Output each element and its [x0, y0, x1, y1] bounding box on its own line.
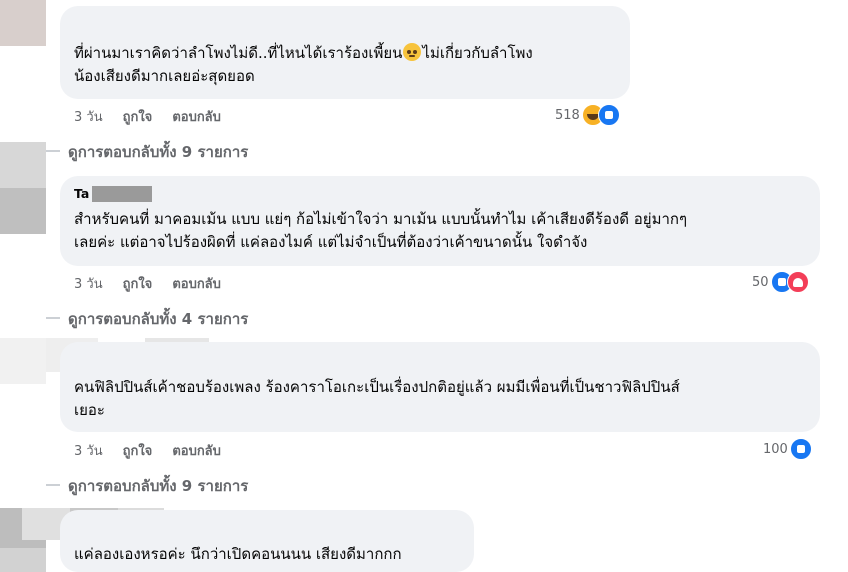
comment-text-line: สำหรับคนที่ มาคอมเม้น แบบ แย่ๆ ก้อไม่เข้…	[74, 210, 688, 228]
like-button[interactable]: ถูกใจ	[123, 273, 153, 294]
comment-text: ที่ผ่านมาเราคิดว่าลำโพงไม่ดี..ที่ไหนได้เ…	[74, 42, 616, 88]
like-button[interactable]: ถูกใจ	[123, 106, 153, 127]
commenter-name[interactable]: Ta	[74, 186, 806, 204]
comment-actions: 3 วัน ถูกใจ ตอบกลับ	[74, 273, 221, 294]
redacted-name	[92, 186, 152, 202]
reaction-count: 518	[555, 107, 580, 123]
reaction-summary[interactable]: 50	[752, 271, 809, 293]
reaction-count: 50	[752, 274, 769, 290]
view-replies-link[interactable]: ดูการตอบกลับทั้ง 4 รายการ	[68, 307, 248, 331]
comment-actions: 3 วัน ถูกใจ ตอบกลับ	[74, 440, 221, 461]
comment-text: แค่ลองเองหรอค่ะ นึกว่าเปิดคอนนนน เสียงดี…	[74, 543, 460, 566]
comment-text-line: แค่ลองเองหรอค่ะ นึกว่าเปิดคอนนนน เสียงดี…	[74, 545, 402, 563]
commenter-avatar[interactable]	[0, 142, 46, 234]
reaction-count: 100	[763, 441, 788, 457]
like-button[interactable]: ถูกใจ	[123, 440, 153, 461]
commenter-avatar[interactable]	[0, 338, 46, 384]
thread-connector	[46, 484, 60, 486]
comment-text-line: น้องเสียงดีมากเลยอ่ะสุดยอด	[74, 67, 255, 85]
comment-text: คนฟิลิปปินส์เค้าชอบร้องเพลง ร้องคาราโอเก…	[74, 376, 806, 422]
view-replies-link[interactable]: ดูการตอบกลับทั้ง 9 รายการ	[68, 140, 248, 164]
reaction-summary[interactable]: 100	[763, 438, 812, 460]
commenter-avatar[interactable]	[0, 0, 46, 46]
comment-actions: 3 วัน ถูกใจ ตอบกลับ	[74, 106, 221, 127]
comment-text-line: เยอะ	[74, 401, 105, 419]
reaction-summary[interactable]: 518	[555, 104, 620, 126]
comment-bubble: คนฟิลิปปินส์เค้าชอบร้องเพลง ร้องคาราโอเก…	[60, 342, 820, 432]
love-reaction-icon	[786, 271, 809, 293]
reply-button[interactable]: ตอบกลับ	[172, 106, 221, 127]
thread-connector	[46, 150, 60, 152]
like-reaction-icon	[597, 104, 620, 126]
comment-text-cont: ไม่เกี่ยวกับลำโพง	[422, 44, 533, 62]
comment-text-line: เลยค่ะ แต่อาจไปร้องผิดที่ แค่ลองไมค์ แต่…	[74, 233, 588, 251]
timestamp-link[interactable]: 3 วัน	[74, 106, 103, 127]
comment-bubble: Ta สำหรับคนที่ มาคอมเม้น แบบ แย่ๆ ก้อไม่…	[60, 176, 820, 266]
like-reaction-icon	[789, 438, 812, 460]
comment-bubble: ที่ผ่านมาเราคิดว่าลำโพงไม่ดี..ที่ไหนได้เ…	[60, 6, 630, 99]
comment-text-line: ที่ผ่านมาเราคิดว่าลำโพงไม่ดี..ที่ไหนได้เ…	[74, 44, 403, 62]
view-replies-link[interactable]: ดูการตอบกลับทั้ง 9 รายการ	[68, 474, 248, 498]
reply-button[interactable]: ตอบกลับ	[172, 440, 221, 461]
timestamp-link[interactable]: 3 วัน	[74, 273, 103, 294]
timestamp-link[interactable]: 3 วัน	[74, 440, 103, 461]
thread-connector	[46, 317, 60, 319]
comment-bubble: แค่ลองเองหรอค่ะ นึกว่าเปิดคอนนนน เสียงดี…	[60, 510, 474, 572]
reply-button[interactable]: ตอบกลับ	[172, 273, 221, 294]
comment-text: สำหรับคนที่ มาคอมเม้น แบบ แย่ๆ ก้อไม่เข้…	[74, 208, 806, 254]
comment-text-line: คนฟิลิปปินส์เค้าชอบร้องเพลง ร้องคาราโอเก…	[74, 378, 680, 396]
anxious-face-emoji	[403, 43, 422, 61]
